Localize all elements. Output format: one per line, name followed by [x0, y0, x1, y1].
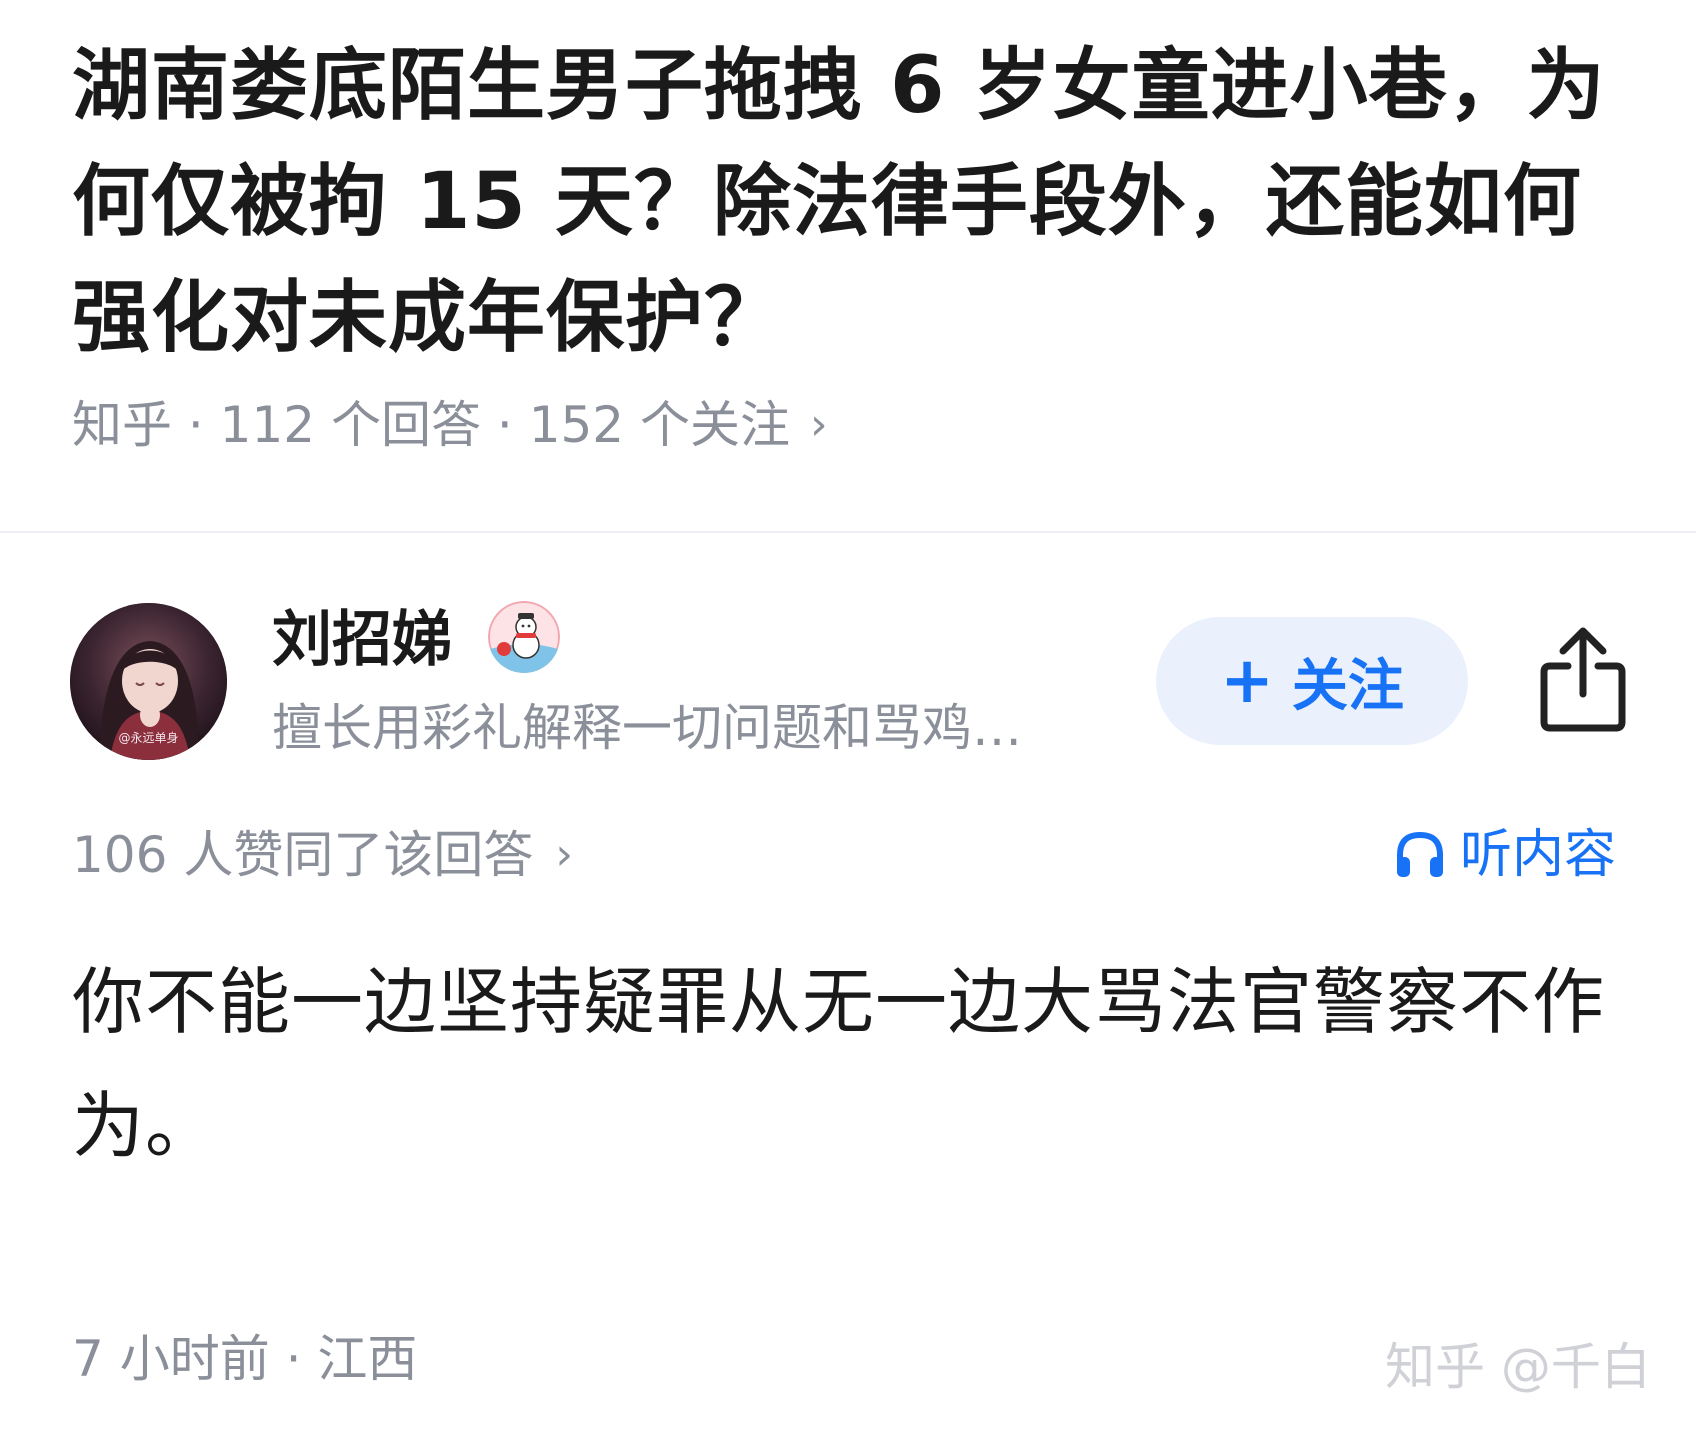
author-name[interactable]: 刘招娣 — [272, 600, 452, 680]
follow-label: 关注 — [1291, 653, 1404, 719]
watermark: 知乎 @千白 — [1385, 1338, 1651, 1396]
avatar[interactable]: @永远单身 — [70, 603, 227, 760]
share-icon[interactable] — [1538, 624, 1628, 734]
chevron-right-icon: › — [555, 829, 573, 880]
author-bio: 擅长用彩礼解释一切问题和骂鸡… — [272, 699, 1022, 757]
votes-count[interactable]: 106 人赞同了该回答 › — [72, 820, 573, 890]
headphones-icon — [1397, 831, 1443, 877]
answer-time-location: 7 小时前 · 江西 — [72, 1330, 418, 1388]
listen-button[interactable]: 听内容 — [1394, 820, 1616, 890]
question-stats: 知乎 · 112 个回答 · 152 个关注 — [72, 396, 791, 454]
plus-icon: + — [1220, 644, 1274, 718]
votes-text: 106 人赞同了该回答 — [72, 826, 534, 884]
avatar-caption: @永远单身 — [118, 731, 179, 745]
chevron-right-icon: › — [810, 399, 828, 450]
listen-label: 听内容 — [1460, 825, 1617, 885]
divider — [0, 531, 1696, 533]
question-title[interactable]: 湖南娄底陌生男子拖拽 6 岁女童进小巷，为何仅被拘 15 天？除法律手段外，还能… — [72, 28, 1632, 376]
answer-content[interactable]: 你不能一边坚持疑罪从无一边大骂法官警察不作为。 — [72, 940, 1632, 1188]
snowman-badge-icon[interactable] — [488, 601, 560, 673]
question-meta[interactable]: 知乎 · 112 个回答 · 152 个关注 › — [72, 390, 828, 460]
follow-button[interactable]: + 关注 — [1156, 617, 1468, 745]
